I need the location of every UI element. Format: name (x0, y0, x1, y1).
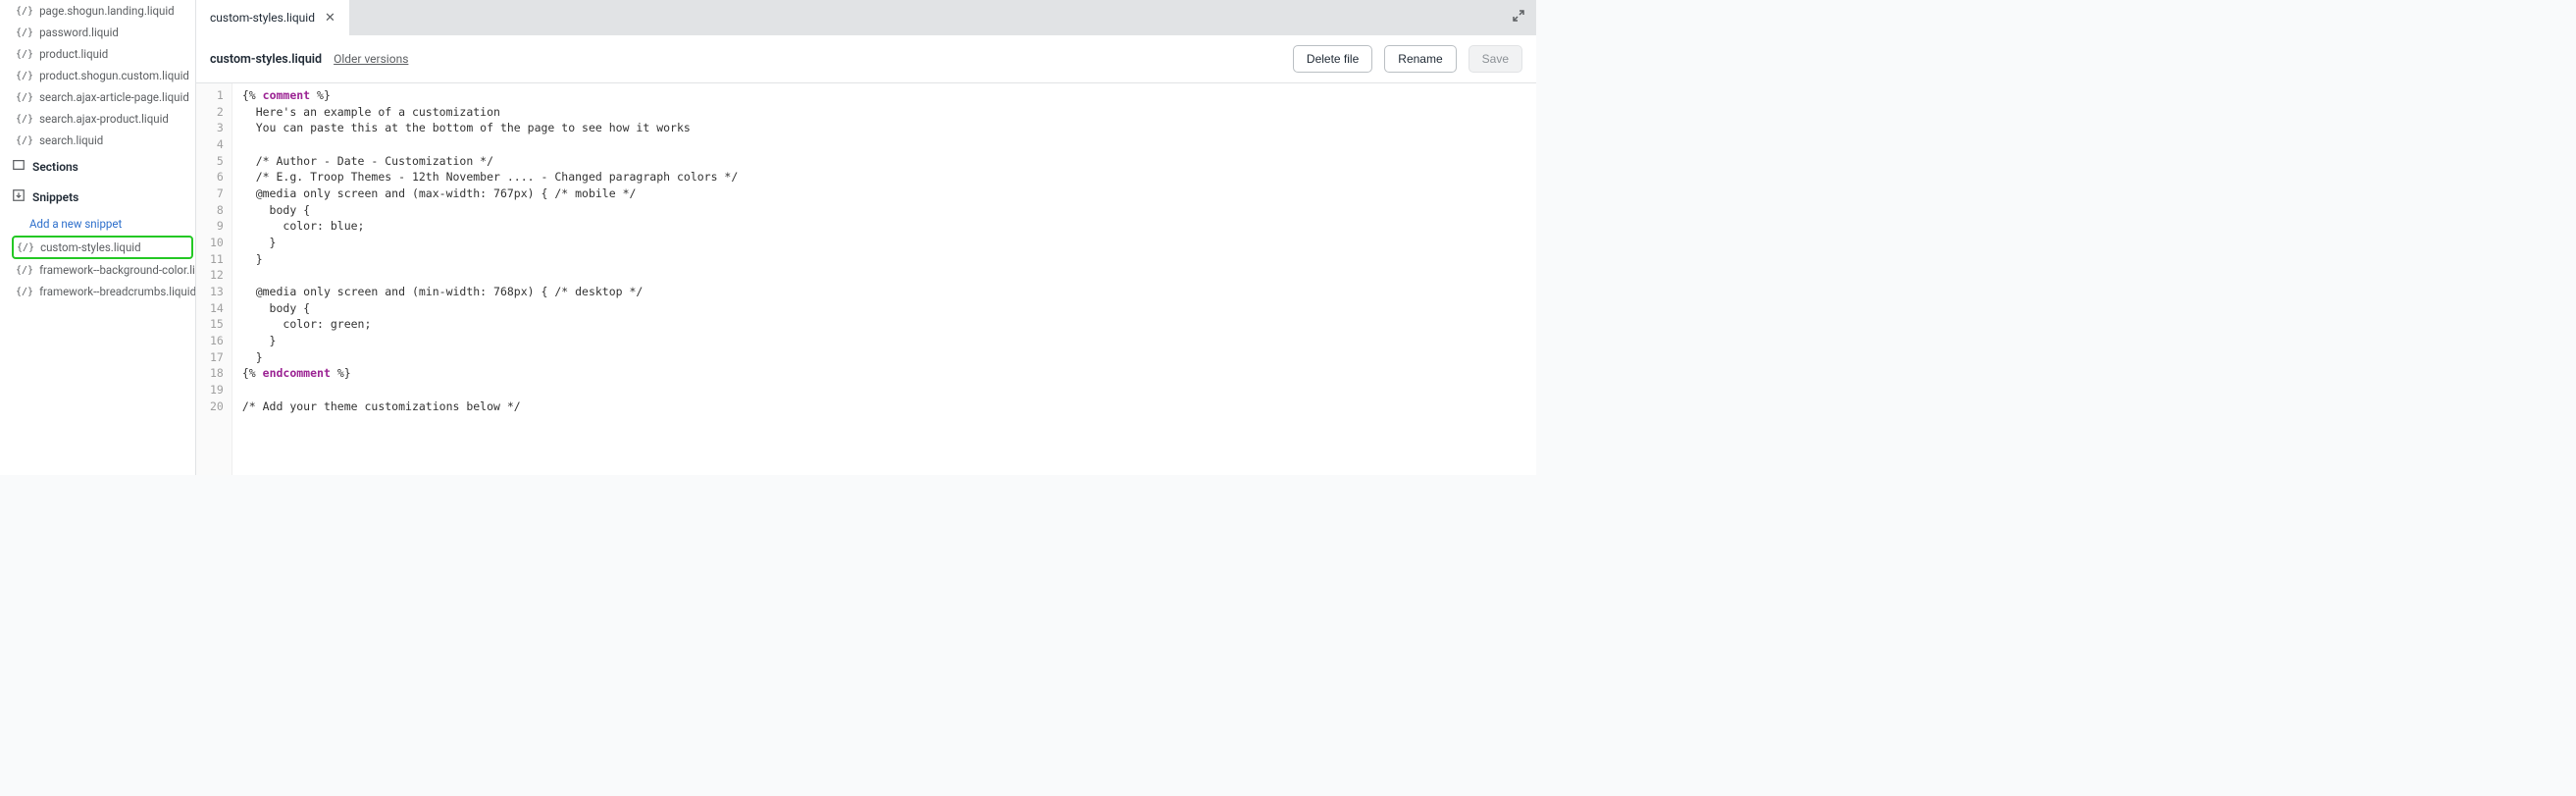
line-gutter: 1234567891011121314151617181920 (196, 83, 232, 475)
template-item[interactable]: {/} search.ajax-article-page.liquid (12, 86, 195, 108)
liquid-file-icon: {/} (16, 114, 33, 125)
snippet-item[interactable]: {/} custom-styles.liquid (12, 236, 193, 259)
expand-icon[interactable] (1511, 8, 1526, 27)
app-root: {/} page.shogun.landing.liquid {/} password… (0, 0, 1536, 475)
toolbar: custom-styles.liquid Older versions Dele… (196, 35, 1536, 83)
template-item[interactable]: {/} product.liquid (12, 43, 195, 65)
save-button: Save (1468, 45, 1522, 73)
template-item[interactable]: {/} password.liquid (12, 22, 195, 43)
liquid-file-icon: {/} (16, 49, 33, 60)
main-panel: custom-styles.liquid ✕ custom-styles.liq… (196, 0, 1536, 475)
file-name: product.liquid (39, 47, 108, 61)
liquid-file-icon: {/} (16, 135, 33, 146)
file-name: password.liquid (39, 26, 119, 39)
sections-header[interactable]: Sections (12, 151, 195, 182)
code-editor[interactable]: 1234567891011121314151617181920 {% comme… (196, 83, 1536, 475)
file-name: framework--breadcrumbs.liquid (39, 285, 195, 298)
liquid-file-icon: {/} (16, 265, 33, 276)
file-name: framework--background-color.liquid (39, 263, 195, 277)
file-name: custom-styles.liquid (40, 240, 141, 254)
snippets-label: Snippets (32, 190, 78, 204)
sidebar: {/} page.shogun.landing.liquid {/} password… (0, 0, 196, 475)
snippets-header[interactable]: Snippets (12, 182, 195, 212)
template-item[interactable]: {/} page.shogun.landing.liquid (12, 0, 195, 22)
template-item[interactable]: {/} search.liquid (12, 130, 195, 151)
close-icon[interactable]: ✕ (325, 12, 335, 25)
file-name: search.ajax-article-page.liquid (39, 90, 189, 104)
delete-file-button[interactable]: Delete file (1293, 45, 1372, 73)
code-content[interactable]: {% comment %} Here's an example of a cus… (232, 83, 747, 475)
tab-label: custom-styles.liquid (210, 11, 315, 25)
liquid-file-icon: {/} (16, 6, 33, 17)
file-name: product.shogun.custom.liquid (39, 69, 189, 82)
liquid-file-icon: {/} (16, 287, 33, 297)
liquid-file-icon: {/} (16, 27, 33, 38)
liquid-file-icon: {/} (17, 242, 34, 253)
rename-button[interactable]: Rename (1384, 45, 1456, 73)
template-item[interactable]: {/} product.shogun.custom.liquid (12, 65, 195, 86)
file-name: search.ajax-product.liquid (39, 112, 169, 126)
liquid-file-icon: {/} (16, 71, 33, 81)
tab-custom-styles[interactable]: custom-styles.liquid ✕ (196, 0, 349, 35)
snippet-item[interactable]: {/} framework--background-color.liquid (12, 259, 195, 281)
file-name: search.liquid (39, 133, 103, 147)
add-snippet-link[interactable]: Add a new snippet (12, 212, 195, 236)
template-item[interactable]: {/} search.ajax-product.liquid (12, 108, 195, 130)
liquid-file-icon: {/} (16, 92, 33, 103)
filename-label: custom-styles.liquid (210, 52, 322, 67)
file-name: page.shogun.landing.liquid (39, 4, 175, 18)
sections-label: Sections (32, 160, 78, 174)
folder-icon (12, 158, 26, 175)
snippet-item[interactable]: {/} framework--breadcrumbs.liquid (12, 281, 195, 302)
tabbar: custom-styles.liquid ✕ (196, 0, 1536, 35)
older-versions-link[interactable]: Older versions (334, 52, 408, 66)
download-icon (12, 188, 26, 205)
